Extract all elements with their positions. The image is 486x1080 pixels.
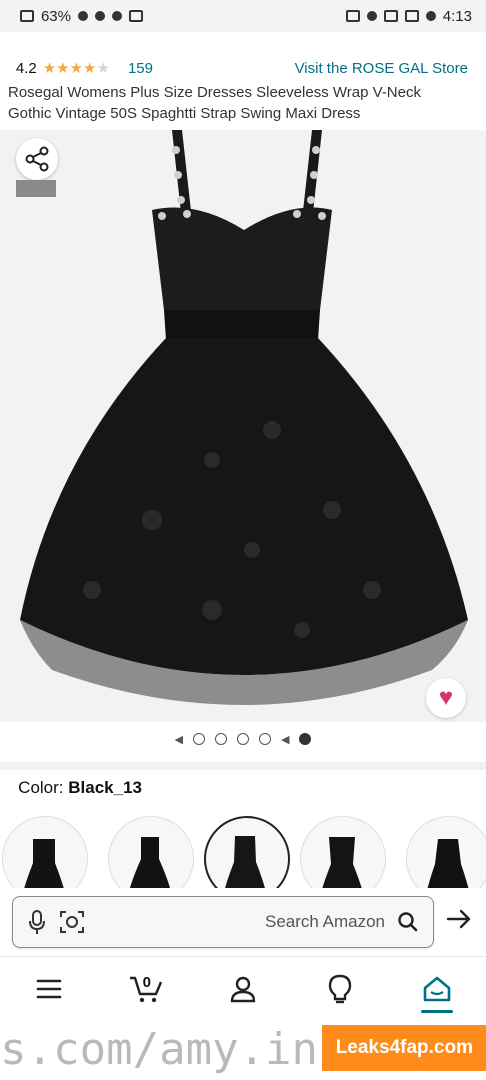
store-rating-row: Visit the ROSE GAL Store 4.2 ★★★★★ 159 bbox=[16, 58, 468, 78]
snapchat-icon bbox=[367, 11, 377, 21]
clock: 4:13 bbox=[443, 8, 472, 25]
color-swatch[interactable] bbox=[300, 816, 386, 888]
swatch-dress-image bbox=[19, 829, 69, 888]
bottom-navigation: 0 bbox=[0, 956, 486, 1020]
mute-icon bbox=[112, 11, 122, 21]
heart-icon: ♥ bbox=[439, 684, 453, 712]
nav-menu[interactable] bbox=[19, 964, 79, 1014]
color-swatch-list[interactable] bbox=[0, 808, 486, 888]
status-left: 4:13 bbox=[346, 8, 472, 25]
nav-home[interactable] bbox=[407, 964, 467, 1014]
share-button[interactable] bbox=[16, 138, 58, 180]
swatch-dress-image bbox=[125, 829, 175, 888]
image-notification-icon bbox=[405, 10, 419, 22]
status-right: 63% bbox=[20, 8, 143, 25]
camera-scan-icon[interactable] bbox=[59, 909, 85, 935]
search-area: Search Amazon bbox=[0, 890, 486, 956]
search-icon bbox=[397, 911, 419, 933]
product-image-gallery[interactable]: ♥ bbox=[0, 130, 486, 722]
color-swatch[interactable] bbox=[108, 816, 194, 888]
gallery-dot[interactable] bbox=[299, 733, 311, 745]
gallery-dot[interactable] bbox=[237, 733, 249, 745]
nav-account[interactable] bbox=[213, 964, 273, 1014]
wifi-icon bbox=[95, 11, 105, 21]
gallery-dot[interactable] bbox=[259, 733, 271, 745]
home-icon bbox=[422, 975, 452, 1003]
color-selection: Color: Black_13 bbox=[18, 778, 142, 798]
waist bbox=[164, 310, 320, 340]
video-notification-icon bbox=[384, 10, 398, 22]
swatch-dress-image bbox=[317, 829, 367, 888]
status-bar: 4:13 63% bbox=[0, 0, 486, 32]
swatch-dress-image bbox=[220, 830, 270, 888]
back-arrow-button[interactable] bbox=[444, 904, 474, 934]
color-swatch[interactable] bbox=[406, 816, 486, 888]
mirrored-page: 4:13 63% Visit the ROSE GAL Store 4.2 ★★… bbox=[0, 0, 486, 1080]
rating-count[interactable]: 159 bbox=[128, 60, 153, 77]
arrow-icon bbox=[446, 908, 472, 930]
lightbulb-icon bbox=[328, 974, 352, 1004]
product-title: Rosegal Womens Plus Size Dresses Sleevel… bbox=[8, 82, 468, 124]
menu-icon bbox=[36, 978, 62, 1000]
alarm-icon bbox=[129, 10, 143, 22]
share-icon bbox=[24, 146, 50, 172]
gallery-icon bbox=[346, 10, 360, 22]
rating-value: 4.2 bbox=[16, 60, 37, 77]
search-box[interactable]: Search Amazon bbox=[12, 896, 434, 948]
gallery-pagination: ▶ ▶ bbox=[0, 728, 486, 750]
product-title-wrap: Rosegal Womens Plus Size Dresses Sleevel… bbox=[8, 82, 468, 124]
color-value: Black_13 bbox=[68, 778, 142, 797]
color-label: Color: bbox=[18, 778, 63, 797]
star-rating-icon: ★★★★★ bbox=[43, 59, 110, 77]
video-play-icon[interactable]: ▶ bbox=[281, 733, 289, 746]
battery-icon bbox=[20, 10, 34, 22]
store-link[interactable]: Visit the ROSE GAL Store bbox=[295, 60, 468, 77]
cart-count: 0 bbox=[143, 974, 151, 991]
gallery-dot[interactable] bbox=[193, 733, 205, 745]
signal-icon bbox=[78, 11, 88, 21]
swatch-dress-image bbox=[423, 829, 473, 888]
color-swatch-selected[interactable] bbox=[204, 816, 290, 888]
notification-icon bbox=[426, 11, 436, 21]
product-image[interactable] bbox=[16, 130, 472, 722]
video-play-icon[interactable]: ▶ bbox=[175, 733, 183, 746]
skirt bbox=[20, 338, 468, 675]
gallery-dot[interactable] bbox=[215, 733, 227, 745]
watermark-brand: Leaks4fap.com bbox=[335, 1037, 472, 1059]
rating[interactable]: 4.2 ★★★★★ 159 bbox=[16, 59, 153, 77]
search-input[interactable]: Search Amazon bbox=[97, 912, 385, 932]
account-icon bbox=[229, 975, 257, 1003]
watermark-logo: Leaks4fap.com bbox=[322, 1025, 486, 1071]
microphone-icon[interactable] bbox=[27, 909, 47, 935]
color-swatch[interactable] bbox=[2, 816, 88, 888]
nav-cart[interactable]: 0 bbox=[116, 964, 176, 1014]
battery-text: 63% bbox=[41, 8, 71, 25]
section-divider bbox=[0, 762, 486, 770]
watermark-strip: s.com/amy.insani Leaks4fap.com bbox=[0, 1020, 486, 1080]
nav-inspire[interactable] bbox=[310, 964, 370, 1014]
product-header: Visit the ROSE GAL Store 4.2 ★★★★★ 159 R… bbox=[0, 32, 486, 132]
thumbnail-bar bbox=[16, 180, 56, 197]
wishlist-button[interactable]: ♥ bbox=[426, 678, 466, 718]
bodice bbox=[152, 208, 332, 311]
